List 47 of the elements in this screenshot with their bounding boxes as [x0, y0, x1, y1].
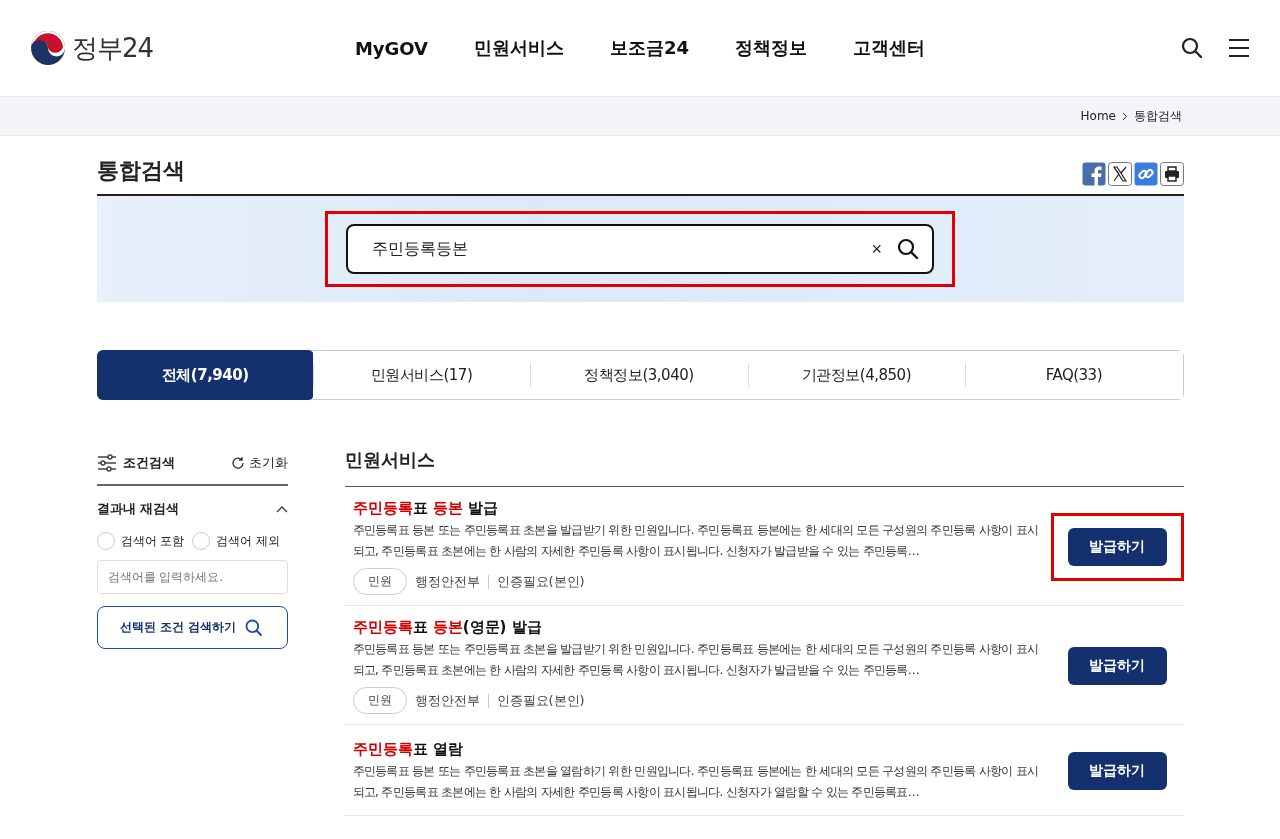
search-icon — [244, 617, 265, 638]
breadcrumb-current: 통합검색 — [1134, 107, 1182, 125]
print-icon[interactable] — [1159, 162, 1184, 186]
chevron-icon — [275, 505, 288, 513]
condition-search-button[interactable]: 선택된 조건 검색하기 — [96, 606, 288, 649]
auth-text: 인증필요(본인) — [496, 691, 585, 710]
search-field[interactable]: 주민등록등본 × — [346, 224, 934, 274]
nav-link[interactable]: 고객센터 — [853, 36, 926, 60]
reset-button[interactable]: 초기화 — [230, 454, 288, 472]
result-description: 주민등록표 등본 또는 주민등록표 초본을 발급받기 위한 민원입니다. 주민등록표 등본에는 한 세대의 모든 구성원의 주민등록 사항이 표시되고, 주민등록표 초본에는 한 사람의 자세한 주민등록 사항이 표시됩니다. 신청자가 발급받을 수 있는 주민등록… — [352, 641, 1040, 679]
clear-button[interactable]: × — [871, 238, 882, 260]
nav-link[interactable]: 정책정보 — [735, 36, 808, 60]
filter-tab[interactable]: FAQ(33) — [965, 351, 1183, 399]
logo-emblem-icon — [30, 30, 66, 66]
agency-text: 행정안전부 — [414, 691, 480, 710]
menu-icon[interactable] — [1228, 38, 1250, 58]
keyword-input-field[interactable]: 검색어를 입력하세요. — [96, 560, 288, 594]
search-button-icon[interactable] — [896, 237, 920, 261]
chevron-right-icon — [1122, 111, 1128, 121]
nav-link[interactable]: 보조금24 — [610, 36, 690, 60]
result-description: 주민등록표 등본 또는 주민등록표 초본을 열람하기 위한 민원입니다. 주민등록표 등본에는 한 세대의 모든 구성원의 주민등록 사항이 표시되고, 주민등록표 초본에는 한 사람의 자세한 주민등록 사항이 표시됩니다. 신청자가 열람할 수 있는 주민등록표… — [352, 762, 1040, 801]
result-title[interactable]: 주민등록표 열람 — [352, 739, 1045, 759]
result-title[interactable]: 주민등록표 등본(영문) 발급 — [352, 618, 1045, 637]
link-icon[interactable] — [1133, 162, 1158, 186]
auth-text: 인증필요(본인) — [496, 572, 585, 591]
logo-text[interactable]: 정부24 — [72, 30, 154, 66]
filter-tab[interactable]: 전체(7,940) — [96, 350, 314, 400]
agency-text: 행정안전부 — [414, 572, 480, 591]
filter-heading: 조건검색 — [122, 454, 175, 472]
x-logo-icon[interactable] — [1107, 162, 1132, 186]
facebook-icon[interactable] — [1081, 162, 1106, 186]
nav-link[interactable]: 민원서비스 — [474, 36, 565, 60]
section-toggle[interactable]: 결과내 재검색 — [96, 486, 288, 532]
result-description: 주민등록표 등본 또는 주민등록표 초본을 발급받기 위한 민원입니다. 주민등록표 등본에는 한 세대의 모든 구성원의 주민등록 사항이 표시되고, 주민등록표 초본에는 한 사람의 자세한 주민등록 사항이 표시됩니다. 신청자가 발급받을 수 있는 주민등록… — [352, 522, 1040, 560]
refresh-icon — [230, 456, 245, 470]
search-icon[interactable] — [1180, 36, 1204, 60]
issue-button[interactable]: 발급하기 — [1067, 528, 1167, 566]
radio-option[interactable]: 검색어 제외 — [192, 532, 281, 550]
sliders-icon — [96, 454, 117, 472]
issue-button[interactable]: 발급하기 — [1067, 647, 1167, 685]
radio-option[interactable]: 검색어 포함 — [96, 532, 185, 550]
section-heading: 민원서비스 — [344, 448, 1184, 487]
nav-link[interactable]: MyGOV — [354, 37, 429, 59]
result-title[interactable]: 주민등록표 등본 발급 — [352, 499, 1045, 518]
page-title: 통합검색 — [96, 157, 185, 185]
issue-button[interactable]: 발급하기 — [1067, 752, 1167, 790]
breadcrumb-link[interactable]: Home — [1080, 109, 1116, 123]
